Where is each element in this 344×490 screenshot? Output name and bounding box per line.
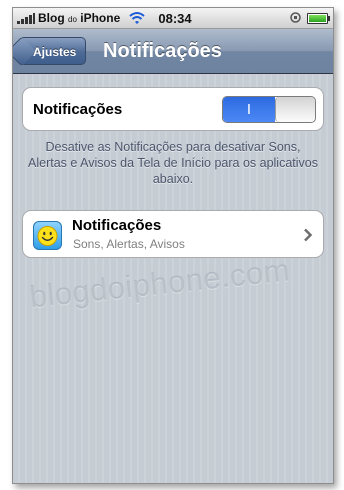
- signal-strength-icon: [17, 13, 35, 24]
- chevron-right-icon: [304, 228, 313, 242]
- smiley-face-icon: [33, 221, 62, 250]
- notifications-toggle-label: Notificações: [33, 101, 123, 118]
- navigation-bar: Ajustes Notificações: [13, 29, 333, 74]
- notifications-description: Desative as Notificações para desativar …: [28, 140, 318, 186]
- status-time: 08:34: [158, 11, 192, 26]
- status-bar: Blog do iPhone 08:34: [13, 8, 333, 29]
- iphone-screen: Blog do iPhone 08:34 Ajustes Notificaçõe…: [12, 7, 334, 484]
- wifi-icon: [129, 12, 145, 24]
- carrier-name: Blog do iPhone: [38, 11, 121, 25]
- switch-on-indicator: I: [223, 97, 275, 122]
- orientation-lock-icon: [290, 12, 301, 23]
- battery-level: [309, 15, 326, 22]
- switch-knob: [275, 97, 315, 122]
- notifications-toggle-row: Notificações I: [22, 87, 324, 131]
- settings-content: Notificações I Desative as Notificações …: [13, 74, 333, 483]
- app-row-subtitle: Sons, Alertas, Avisos: [73, 237, 185, 251]
- app-notification-row[interactable]: Notificações Sons, Alertas, Avisos: [22, 210, 324, 258]
- battery-icon: [307, 13, 330, 24]
- app-row-title: Notificações: [72, 217, 162, 234]
- watermark-text: blogdoiphone.com: [27, 252, 292, 315]
- page-title: Notificações: [103, 40, 222, 62]
- back-button-label: Ajustes: [33, 45, 77, 59]
- notifications-switch[interactable]: I: [222, 96, 316, 123]
- back-button[interactable]: Ajustes: [13, 36, 87, 67]
